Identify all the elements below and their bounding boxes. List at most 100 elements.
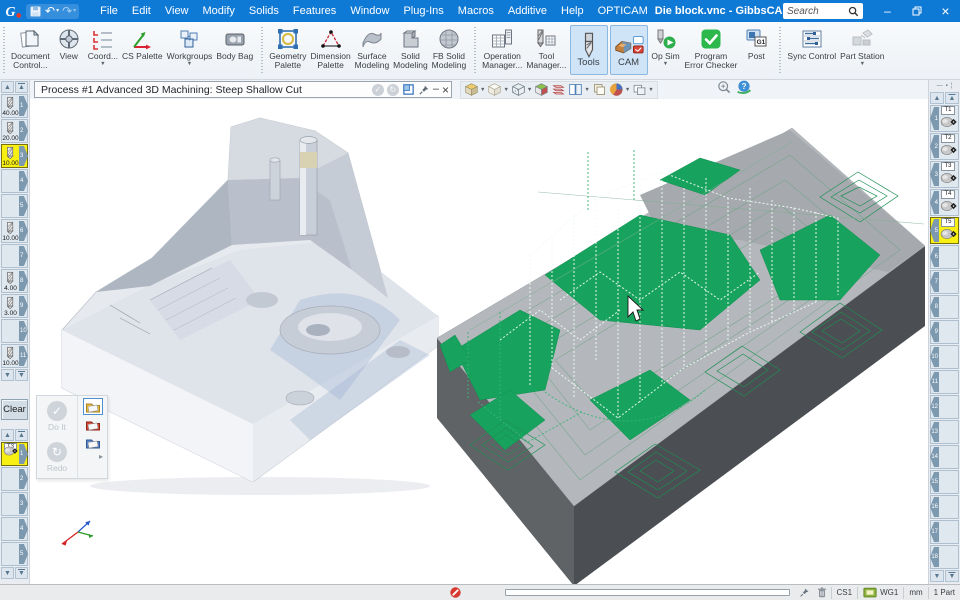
scroll-up-icon[interactable]: ▲ [930,92,944,104]
tool-tile-6[interactable]: 6 [930,245,959,269]
chevron-down-icon[interactable]: ▼ [527,87,532,93]
undo-dropdown-icon[interactable]: ▾ [56,8,59,14]
ribbon-surface-modeling[interactable]: Surface Modeling [353,24,392,78]
scroll-up-icon[interactable]: ▲ [1,81,14,93]
pin-icon[interactable]: ¦ [951,83,953,89]
ribbon-view[interactable]: View [52,24,86,78]
process-tile-10[interactable]: 10 [1,319,28,343]
ribbon-workgroups[interactable]: Workgroups▼ [165,24,215,78]
search-input[interactable]: Search [783,3,863,19]
tool-tile-12[interactable]: 12 [930,395,959,419]
progress-bar[interactable] [505,589,790,596]
minimize-icon[interactable]: – [873,0,902,22]
expand-arrow-icon[interactable]: ▸ [99,452,103,461]
do-it-button[interactable]: ✓ Do It [37,396,77,437]
process-tile-8[interactable]: 84.00 [1,269,28,293]
tool-tile-1[interactable]: 1T1 [930,105,959,132]
ribbon-tool-manager[interactable]: Tool Manager... [524,24,568,78]
revert-icon[interactable]: ↻ [387,84,399,96]
detach-window-icon[interactable] [402,83,415,96]
scroll-down-icon[interactable]: ▼ [945,570,959,582]
tool-tile-4[interactable]: 4T4 [930,189,959,216]
viewbar-dual-pane-icon[interactable]: ▼ [567,82,590,97]
operation-tile-3[interactable]: 3 [1,492,28,516]
ribbon-body-bag[interactable]: Body Bag [214,24,255,78]
process-tile-2[interactable]: 220.00 [1,119,28,143]
operation-tile-5[interactable]: 5 [1,542,28,566]
operation-tile-2[interactable]: 2 [1,467,28,491]
operation-tile-1[interactable]: 1T3 [1,442,28,466]
menu-plug-ins[interactable]: Plug-Ins [396,0,450,22]
viewport-3d[interactable] [30,99,928,584]
redo-icon[interactable]: ↷▾ [62,5,76,17]
tool-tile-3[interactable]: 3T3 [930,161,959,188]
tool-tile-14[interactable]: 14 [930,445,959,469]
stock-model[interactable] [62,118,438,482]
process-tile-5[interactable]: 5 [1,194,28,218]
ribbon-cs-palette[interactable]: CS Palette [120,24,165,78]
menu-modify[interactable]: Modify [196,0,242,22]
viewbar-shaded-cube-icon[interactable]: ▼ [463,82,486,97]
viewbar-ghost-cube-icon[interactable]: ▼ [486,82,509,97]
ribbon-post[interactable]: G1Post [739,24,773,78]
pin-icon[interactable] [799,587,810,598]
close-icon[interactable]: × [931,0,960,22]
ribbon-geometry-palette[interactable]: Geometry Palette [267,24,308,78]
chevron-down-icon[interactable]: ▼ [503,87,508,93]
save-icon[interactable] [29,5,42,18]
units-indicator[interactable]: mm [903,587,927,599]
tool-tile-2[interactable]: 2T2 [930,133,959,160]
pin-icon[interactable] [418,84,430,96]
menu-additive[interactable]: Additive [501,0,554,22]
process-tile-3[interactable]: 310.00 [1,144,28,168]
minimize-icon[interactable]: – [433,84,439,95]
chevron-down-icon[interactable]: ▼ [100,61,105,68]
process-tile-11[interactable]: 1110.00 [1,344,28,368]
yellow-folder-icon[interactable] [83,398,103,415]
apply-icon[interactable]: ✓ [372,84,384,96]
chevron-down-icon[interactable]: ▼ [860,61,865,68]
process-tile-7[interactable]: 7 [1,244,28,268]
ribbon-sync-control[interactable]: Sync Control [785,24,838,78]
dock-icon[interactable]: ▪ [946,83,948,89]
ribbon-op-sim[interactable]: Op Sim▼ [649,24,683,78]
gibbscam-logo-icon[interactable]: G [3,2,23,20]
chevron-down-icon[interactable]: ▼ [187,61,192,68]
viewbar-wire-cube-icon[interactable]: ▼ [510,82,533,97]
scroll-down-icon[interactable]: ▼ [1,369,14,381]
menu-file[interactable]: File [93,0,125,22]
part-count[interactable]: 1 Part [928,587,960,599]
trash-icon[interactable] [816,586,828,599]
chevron-down-icon[interactable]: ▼ [584,87,589,93]
tool-tile-9[interactable]: 9 [930,320,959,344]
menu-view[interactable]: View [158,0,196,22]
blue-folder-icon[interactable] [83,434,103,451]
ribbon-fb-solid-modeling[interactable]: FB Solid Modeling [430,24,469,78]
process-window-bar[interactable]: Process #1 Advanced 3D Machining: Steep … [34,81,452,98]
viewbar-section-slices-icon[interactable] [550,82,567,97]
menu-features[interactable]: Features [286,0,343,22]
scroll-down-icon[interactable]: ▼ [15,369,28,381]
ribbon-solid-modeling[interactable]: Solid Modeling [391,24,430,78]
menu-window[interactable]: Window [343,0,396,22]
process-tile-6[interactable]: 610.00 [1,219,28,243]
red-folder-icon[interactable] [83,416,103,433]
tool-tile-13[interactable]: 13 [930,420,959,444]
chevron-down-icon[interactable]: ▼ [480,87,485,93]
undo-icon[interactable]: ↶▾ [45,5,59,17]
ribbon-dimension-palette[interactable]: Dimension Palette [309,24,353,78]
tool-tile-16[interactable]: 16 [930,495,959,519]
ribbon-tools[interactable]: Tools [570,25,608,75]
restore-icon[interactable] [902,0,931,22]
cs-indicator[interactable]: CS1 [831,587,858,599]
ribbon-cam[interactable]: CAM [610,25,648,75]
scroll-up-icon[interactable]: ▲ [15,429,28,441]
ribbon-part-station[interactable]: Part Station▼ [838,24,886,78]
scroll-up-icon[interactable]: ▲ [15,81,28,93]
close-icon[interactable]: × [442,84,449,96]
ribbon-coord[interactable]: Coord...▼ [86,24,120,78]
redo-dropdown-icon[interactable]: ▾ [73,8,76,14]
zoom-fit-icon[interactable] [716,79,732,100]
chevron-down-icon[interactable]: ▼ [625,87,630,93]
scroll-down-icon[interactable]: ▼ [1,567,14,579]
